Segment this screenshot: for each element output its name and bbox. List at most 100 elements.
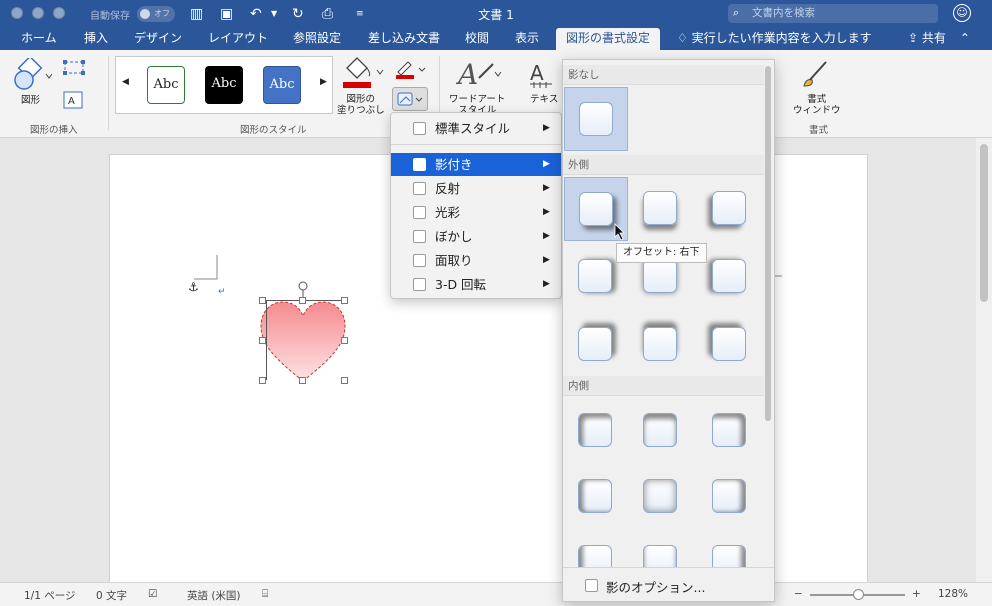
shape-fill-icon[interactable] [341,56,385,90]
shape-fill-label: 図形の 塗りつぶし [337,94,385,116]
shapes-label: 図形 [21,95,41,106]
anchor-icon: ⚓ [188,280,199,294]
shape-effects-icon [397,92,423,106]
shapes-icon[interactable] [12,58,52,92]
shadow-option-inner-center[interactable] [629,465,693,529]
shadow-option-outer-left[interactable] [698,245,762,309]
shape-effects-button[interactable] [392,87,428,111]
format-pane-label: 書式 ウィンドウ [793,94,841,116]
shape-effects-menu: 標準スタイル ▶ 影付き ▶ 反射 ▶ 光彩 ▶ ぼかし ▶ 面取り ▶ 3-D 回転 ▶ [390,112,562,299]
shadow-option-outer-top[interactable] [629,313,693,377]
shape-styles-group-label: 図形のスタイル [240,125,307,136]
resize-handle[interactable] [259,337,266,344]
search-icon: ⌕ [733,6,740,19]
resize-handle[interactable] [341,337,348,344]
language-status[interactable]: 英語 (米国) [187,588,241,603]
menu-item-icon [413,278,426,291]
style-sample-outline[interactable]: Abc [147,66,185,104]
menu-item-preset[interactable]: 標準スタイル ▶ [391,117,561,140]
zoom-in-icon[interactable]: + [912,588,921,600]
search-input[interactable]: 文書内を検索 [728,4,938,23]
resize-handle[interactable] [341,297,348,304]
gallery-right-arrow-icon[interactable]: ▶ [320,77,327,87]
svg-text:A: A [68,96,75,107]
tab-mailings[interactable]: 差し込み文書 [368,28,440,50]
tab-home[interactable]: ホーム [21,28,57,50]
share-label: 共有 [921,31,946,45]
style-sample-blue[interactable]: Abc [263,66,301,104]
resize-handle[interactable] [299,377,306,384]
menu-item-bevel[interactable]: 面取り ▶ [391,249,561,272]
menu-item-icon [413,230,426,243]
vertical-scrollbar[interactable] [976,138,992,582]
svg-text:A: A [530,61,544,85]
ribbon-divider [108,56,109,130]
resize-handle[interactable] [341,377,348,384]
shadow-option-inner-top-left[interactable] [564,399,628,463]
submenu-arrow-icon: ▶ [543,207,550,217]
menu-item-icon [413,206,426,219]
wordart-styles-icon[interactable]: A [455,56,503,90]
section-header-inner: 内側 [563,376,764,396]
status-bar: 1/1 ページ 0 文字 ☑ 英語 (米国) ⌸ − + 128% [0,582,992,606]
style-sample-black[interactable]: Abc [205,66,243,104]
share-button[interactable]: ⇪ 共有 ⌃ [908,28,970,50]
edit-points-icon[interactable] [62,59,96,77]
submenu-arrow-icon: ▶ [543,123,550,133]
page-count[interactable]: 1/1 ページ [24,588,76,603]
mouse-cursor-icon [614,223,625,241]
tab-view[interactable]: 表示 [515,28,539,50]
shadow-option-none[interactable] [564,87,628,151]
gallery-left-arrow-icon[interactable]: ◀ [122,77,129,87]
track-changes-icon[interactable]: ⌸ [262,588,268,601]
menu-item-shadow[interactable]: 影付き ▶ [391,153,561,176]
shape-styles-gallery: ◀ Abc Abc Abc ▶ [115,56,333,114]
shadow-option-inner-top[interactable] [629,399,693,463]
tab-design[interactable]: デザイン [134,28,182,50]
resize-handle[interactable] [299,297,306,304]
gallery-scrollbar[interactable] [765,66,771,421]
tab-review[interactable]: 校閲 [465,28,489,50]
shadow-option-inner-right[interactable] [698,465,762,529]
zoom-level[interactable]: 128% [938,588,968,600]
shape-outline-icon[interactable] [394,60,428,80]
tell-me-box[interactable]: ♢ 実行したい作業内容を入力します [677,28,872,50]
zoom-out-icon[interactable]: − [794,588,803,600]
shadow-option-outer-top-right[interactable] [564,313,628,377]
feedback-smiley-icon[interactable]: ☺ [953,4,971,22]
scrollbar-thumb[interactable] [980,144,988,302]
proofing-icon[interactable]: ☑ [148,588,157,600]
section-header-no-shadow: 影なし [563,65,764,85]
shadow-options-link[interactable]: 影のオプション... [606,577,705,596]
text-icon[interactable]: A [528,56,558,90]
menu-item-icon [413,182,426,195]
menu-item-soft-edges[interactable]: ぼかし ▶ [391,225,561,248]
section-header-outer: 外側 [563,155,764,175]
format-pane-brush-icon[interactable] [800,56,836,90]
selection-frame [266,281,343,380]
shadow-option-inner-top-right[interactable] [698,399,762,463]
insert-shapes-group-label: 図形の挿入 [30,125,78,136]
shadow-option-outer-top-left[interactable] [698,313,762,377]
word-count[interactable]: 0 文字 [96,588,127,603]
shadow-option-outer-bottom-left[interactable] [698,177,762,241]
submenu-arrow-icon: ▶ [543,279,550,289]
tab-shape-format[interactable]: 図形の書式設定 [556,28,661,50]
menu-item-3d-rotation[interactable]: 3-D 回転 ▶ [391,273,561,296]
menu-item-icon [413,158,426,171]
svg-text:A: A [455,58,478,90]
tab-insert[interactable]: 挿入 [84,28,108,50]
tab-references[interactable]: 参照設定 [293,28,341,50]
shadow-options-footer: 影のオプション... [563,567,774,601]
shadow-gallery: 影なし 外側 内側 影のオプション... [562,59,775,602]
resize-handle[interactable] [259,297,266,304]
menu-item-glow[interactable]: 光彩 ▶ [391,201,561,224]
menu-item-reflection[interactable]: 反射 ▶ [391,177,561,200]
collapse-ribbon-icon[interactable]: ⌃ [960,31,970,45]
resize-handle[interactable] [259,377,266,384]
shadow-option-inner-left[interactable] [564,465,628,529]
shadow-option-outer-bottom[interactable] [629,177,693,241]
tab-layout[interactable]: レイアウト [208,28,268,50]
zoom-slider-knob[interactable] [853,589,864,600]
text-box-icon[interactable]: A [62,90,96,110]
